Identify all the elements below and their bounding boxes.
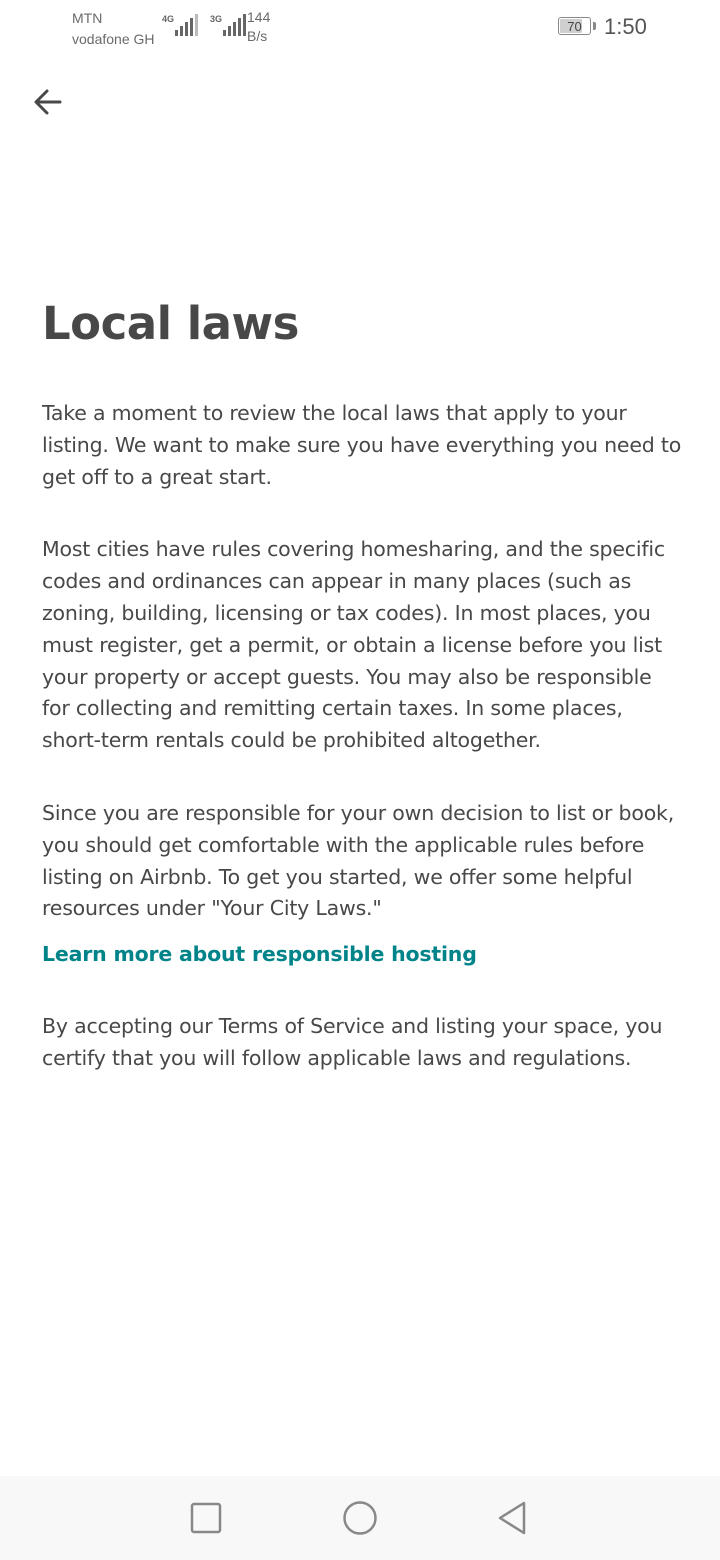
signal-2-type: 3G (210, 14, 223, 24)
battery-level: 70 (567, 18, 582, 34)
status-bar: MTN vodafone GH 4G 3G 144 B/s 70 1:50 (0, 0, 720, 56)
network-speed-unit: B/s (247, 28, 268, 44)
circle-icon (343, 1501, 377, 1535)
back-button[interactable] (24, 80, 72, 124)
page-title: Local laws (42, 297, 299, 350)
signal-1: 4G (162, 14, 200, 36)
intro-paragraph: Take a moment to review the local laws t… (42, 401, 682, 489)
signal-1-type: 4G (162, 14, 175, 24)
nav-back-button[interactable] (490, 1496, 534, 1540)
home-button[interactable] (338, 1496, 382, 1540)
learn-more-link[interactable]: Learn more about responsible hosting (42, 938, 682, 970)
signal-bars-icon (223, 14, 248, 36)
carrier-names: MTN vodafone GH (72, 8, 155, 50)
network-speed-value: 144 (247, 9, 271, 25)
battery-tip (593, 22, 596, 30)
system-nav-bar (0, 1476, 720, 1560)
arrow-left-icon (34, 89, 62, 115)
triangle-back-icon (498, 1501, 526, 1535)
signal-bars-icon (175, 14, 200, 36)
local-laws-content: Take a moment to review the local laws t… (42, 398, 682, 1075)
network-speed: 144 B/s (247, 8, 270, 46)
battery-icon: 70 (558, 17, 591, 35)
rules-paragraph: Most cities have rules covering homeshar… (42, 537, 665, 753)
terms-paragraph: By accepting our Terms of Service and li… (42, 1014, 663, 1070)
clock: 1:50 (604, 14, 647, 39)
recent-apps-button[interactable] (184, 1496, 228, 1540)
square-icon (190, 1502, 222, 1534)
carrier-1: MTN (72, 10, 103, 26)
carrier-2: vodafone GH (72, 31, 155, 47)
signal-indicators: 4G 3G (162, 14, 258, 40)
signal-2: 3G (210, 14, 248, 36)
responsibility-paragraph: Since you are responsible for your own d… (42, 800, 675, 921)
